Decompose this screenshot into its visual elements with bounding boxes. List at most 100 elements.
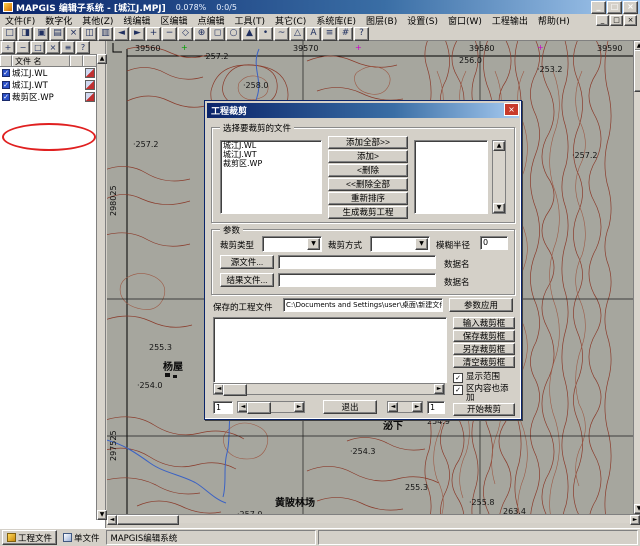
- attribute-icon[interactable]: ≡: [322, 27, 337, 41]
- pan-icon[interactable]: ⊕: [194, 27, 209, 41]
- scroll-up-icon[interactable]: ▲: [493, 141, 505, 151]
- fuzzy-radius-input[interactable]: 0: [480, 236, 508, 250]
- clip-mode-combo[interactable]: ▼: [370, 236, 430, 252]
- zoom-out-icon[interactable]: −: [162, 27, 177, 41]
- apply-params-button[interactable]: 参数应用: [449, 298, 513, 312]
- tree-row[interactable]: ✓ 城江J.WT: [0, 79, 105, 91]
- file-list-item[interactable]: 裁剪区.WP: [221, 159, 321, 168]
- add-file-icon[interactable]: □: [31, 41, 45, 54]
- scroll-right-icon[interactable]: ►: [630, 515, 640, 525]
- maximize-button[interactable]: □: [607, 1, 622, 14]
- source-file-input[interactable]: [278, 255, 436, 269]
- edit-state-icon[interactable]: [85, 68, 95, 78]
- info-icon[interactable]: ?: [76, 41, 90, 54]
- file-list-item[interactable]: 城江J.WT: [221, 150, 321, 159]
- transfer-button[interactable]: <<删除全部: [328, 178, 408, 191]
- map-horizontal-scrollbar[interactable]: ◄ ►: [107, 514, 640, 523]
- remove-file-icon[interactable]: ×: [46, 41, 60, 54]
- scroll-right-icon[interactable]: ►: [434, 384, 444, 394]
- tree-row[interactable]: ✓ 裁剪区.WP: [0, 91, 105, 103]
- file-list-item[interactable]: 城江J.WL: [221, 141, 321, 150]
- source-file-button[interactable]: 源文件...: [220, 255, 274, 269]
- transfer-button[interactable]: 添加全部>>: [328, 136, 408, 149]
- print-icon[interactable]: ▤: [50, 27, 65, 41]
- clip-frame-button[interactable]: 输入裁剪框: [453, 317, 515, 329]
- scroll-right-icon[interactable]: ►: [294, 402, 304, 412]
- clip-frame-list-scrollbar[interactable]: ◄ ►: [213, 383, 445, 395]
- frame-right-scrollbar[interactable]: ◄ ►: [387, 401, 423, 413]
- edit-state-icon[interactable]: [85, 92, 95, 102]
- layer-checkbox[interactable]: ✓: [2, 69, 10, 77]
- menu-item[interactable]: 工程输出: [487, 13, 533, 28]
- mdi-close-button[interactable]: ×: [624, 15, 637, 26]
- undo-icon[interactable]: ◄: [114, 27, 129, 41]
- result-file-input[interactable]: [278, 273, 436, 287]
- collapse-icon[interactable]: −: [16, 41, 30, 54]
- clip-frame-list[interactable]: [213, 317, 447, 383]
- map-vertical-scrollbar[interactable]: ▲ ▼: [633, 41, 640, 514]
- frame-left-scrollbar[interactable]: ◄ ►: [237, 401, 305, 413]
- help-icon[interactable]: ?: [354, 27, 369, 41]
- menu-item[interactable]: 窗口(W): [443, 13, 487, 28]
- show-range-checkbox[interactable]: ✓: [453, 373, 463, 383]
- zoom-window-icon[interactable]: ◇: [178, 27, 193, 41]
- mdi-restore-button[interactable]: □: [610, 15, 623, 26]
- tree-row[interactable]: ✓ 城江J.WL: [0, 67, 105, 79]
- panel-scrollbar[interactable]: ▲ ▼: [96, 54, 105, 520]
- region-content-checkbox[interactable]: ✓: [453, 385, 463, 395]
- expand-icon[interactable]: +: [1, 41, 15, 54]
- exit-button[interactable]: 退出: [323, 400, 377, 414]
- save-icon[interactable]: ▣: [34, 27, 49, 41]
- save-project-path-input[interactable]: C:\Documents and Settings\user\桌面\新建文件夹\…: [283, 298, 443, 312]
- transfer-button[interactable]: 添加>: [328, 150, 408, 163]
- transfer-button[interactable]: 生成裁剪工程: [328, 206, 408, 219]
- point-edit-icon[interactable]: •: [258, 27, 273, 41]
- scroll-down-icon[interactable]: ▼: [634, 504, 640, 514]
- open-icon[interactable]: ◨: [18, 27, 33, 41]
- minimize-button[interactable]: _: [591, 1, 606, 14]
- grid-icon[interactable]: #: [338, 27, 353, 41]
- full-extent-icon[interactable]: ◻: [210, 27, 225, 41]
- select-icon[interactable]: ▲: [242, 27, 257, 41]
- chevron-down-icon[interactable]: ▼: [307, 238, 320, 250]
- scroll-down-icon[interactable]: ▼: [97, 510, 107, 520]
- zoom-in-icon[interactable]: +: [146, 27, 161, 41]
- properties-icon[interactable]: ≡: [61, 41, 75, 54]
- layer-checkbox[interactable]: ✓: [2, 93, 10, 101]
- clip-frame-button[interactable]: 保存裁剪框: [453, 330, 515, 342]
- redo-icon[interactable]: ►: [130, 27, 145, 41]
- new-icon[interactable]: □: [2, 27, 17, 41]
- clip-frame-button[interactable]: 另存裁剪框: [453, 343, 515, 355]
- horizontal-scroll-thumb[interactable]: [117, 515, 179, 525]
- close-button[interactable]: ×: [623, 1, 638, 14]
- dialog-titlebar[interactable]: 工程裁剪: [207, 103, 519, 118]
- scroll-thumb[interactable]: [223, 384, 247, 396]
- tab-single-file[interactable]: 单文件: [59, 531, 104, 544]
- frame-index-left-input[interactable]: 1: [213, 401, 233, 414]
- clip-type-combo[interactable]: ▼: [262, 236, 322, 252]
- transfer-button[interactable]: <删除: [328, 164, 408, 177]
- text-icon[interactable]: A: [306, 27, 321, 41]
- show-range-row[interactable]: ✓ 显示范围: [453, 373, 515, 383]
- cut-icon[interactable]: ×: [66, 27, 81, 41]
- clip-frame-button[interactable]: 清空裁剪框: [453, 356, 515, 368]
- menu-item[interactable]: 帮助(H): [533, 13, 575, 28]
- vertical-scroll-thumb[interactable]: [634, 50, 640, 92]
- scroll-left-icon[interactable]: ◄: [388, 402, 398, 412]
- scroll-thumb[interactable]: [247, 402, 271, 414]
- scroll-left-icon[interactable]: ◄: [107, 515, 117, 525]
- region-content-row[interactable]: ✓ 区内容也添加: [453, 385, 515, 403]
- dialog-close-button[interactable]: ×: [504, 103, 519, 116]
- copy-icon[interactable]: ◫: [82, 27, 97, 41]
- scroll-up-icon[interactable]: ▲: [97, 54, 107, 64]
- selected-files-scrollbar[interactable]: ▲ ▼: [492, 140, 506, 214]
- mdi-minimize-button[interactable]: _: [596, 15, 609, 26]
- line-edit-icon[interactable]: ~: [274, 27, 289, 41]
- scroll-down-icon[interactable]: ▼: [493, 203, 505, 213]
- header-filename-column[interactable]: 文件 名: [12, 55, 70, 66]
- layer-checkbox[interactable]: ✓: [2, 81, 10, 89]
- available-files-list[interactable]: 城江J.WL城江J.WT裁剪区.WP: [220, 140, 322, 214]
- transfer-button[interactable]: 重新排序: [328, 192, 408, 205]
- paste-icon[interactable]: ▥: [98, 27, 113, 41]
- edit-state-icon[interactable]: [85, 80, 95, 90]
